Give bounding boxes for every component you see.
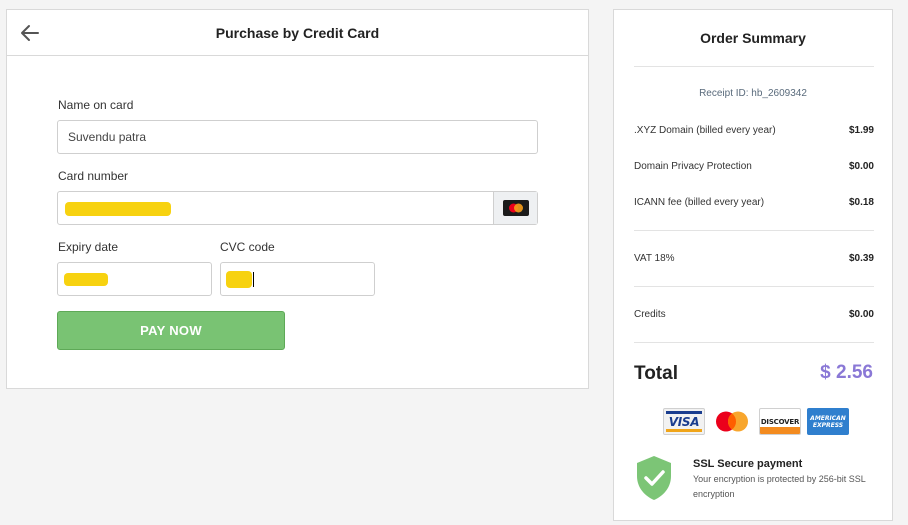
amex-logo-line2: EXPRESS bbox=[812, 421, 844, 429]
expiry-date-label: Expiry date bbox=[58, 240, 119, 254]
page-title: Purchase by Credit Card bbox=[215, 24, 380, 41]
line-item: Credits $0.00 bbox=[634, 309, 874, 320]
mastercard-logo-icon bbox=[711, 408, 753, 435]
amex-logo-line1: AMERICAN bbox=[810, 414, 846, 422]
discover-logo-text: DISCOVER bbox=[760, 417, 800, 426]
cvc-code-input[interactable] bbox=[220, 262, 375, 296]
ssl-description: Your encryption is protected by 256-bit … bbox=[693, 474, 866, 499]
divider bbox=[634, 286, 874, 287]
discover-icon: DISCOVER bbox=[759, 408, 801, 435]
line-item: .XYZ Domain (billed every year) $1.99 bbox=[634, 125, 874, 136]
payment-header: Purchase by Credit Card bbox=[7, 10, 588, 56]
amex-icon: AMERICAN EXPRESS bbox=[807, 408, 849, 435]
order-summary-panel: Order Summary Receipt ID: hb_2609342 .XY… bbox=[613, 9, 893, 521]
line-item-amount: $0.00 bbox=[848, 309, 874, 320]
name-on-card-label: Name on card bbox=[58, 98, 134, 112]
divider bbox=[634, 342, 874, 343]
text-cursor bbox=[253, 272, 254, 287]
order-summary-title: Order Summary bbox=[700, 30, 806, 46]
line-item-label: .XYZ Domain (billed every year) bbox=[634, 125, 776, 136]
line-item: Domain Privacy Protection $0.00 bbox=[634, 161, 874, 172]
cvc-code-label: CVC code bbox=[220, 240, 275, 254]
arrow-left-icon[interactable] bbox=[19, 22, 41, 44]
line-item-label: Domain Privacy Protection bbox=[634, 161, 752, 172]
divider bbox=[634, 230, 874, 231]
line-item-label: Credits bbox=[634, 309, 666, 320]
receipt-id: Receipt ID: hb_2609342 bbox=[699, 88, 807, 99]
line-item-amount: $0.18 bbox=[848, 197, 874, 208]
total-value: $ 2.56 bbox=[820, 362, 873, 383]
line-item: ICANN fee (billed every year) $0.18 bbox=[634, 197, 874, 208]
expiry-date-input[interactable] bbox=[57, 262, 212, 296]
shield-check-icon bbox=[637, 456, 671, 500]
payment-panel: Purchase by Credit Card Name on card Suv… bbox=[6, 9, 589, 389]
card-type-indicator bbox=[493, 192, 537, 224]
card-number-label: Card number bbox=[58, 169, 129, 183]
line-item-amount: $0.39 bbox=[848, 253, 874, 264]
pay-now-button[interactable]: PAY NOW bbox=[57, 311, 285, 350]
visa-logo-text: VISA bbox=[668, 414, 700, 429]
line-item-amount: $1.99 bbox=[848, 125, 874, 136]
visa-icon: VISA bbox=[663, 408, 705, 435]
name-on-card-input[interactable]: Suvendu patra bbox=[57, 120, 538, 154]
ssl-title: SSL Secure payment bbox=[693, 458, 803, 470]
mastercard-icon bbox=[502, 200, 529, 216]
accepted-cards: VISA DISCOVER AMERICAN EXPRESS bbox=[663, 408, 849, 435]
line-item-label: VAT 18% bbox=[634, 253, 675, 264]
line-item-amount: $0.00 bbox=[848, 161, 874, 172]
redacted-card-number bbox=[65, 202, 171, 216]
total-label: Total bbox=[634, 363, 678, 384]
name-on-card-value: Suvendu patra bbox=[68, 130, 147, 144]
redacted-expiry bbox=[64, 273, 108, 286]
line-item-label: ICANN fee (billed every year) bbox=[634, 197, 765, 208]
card-number-input[interactable] bbox=[57, 191, 538, 225]
divider bbox=[634, 66, 874, 67]
line-item: VAT 18% $0.39 bbox=[634, 253, 874, 264]
redacted-cvc bbox=[226, 271, 252, 288]
